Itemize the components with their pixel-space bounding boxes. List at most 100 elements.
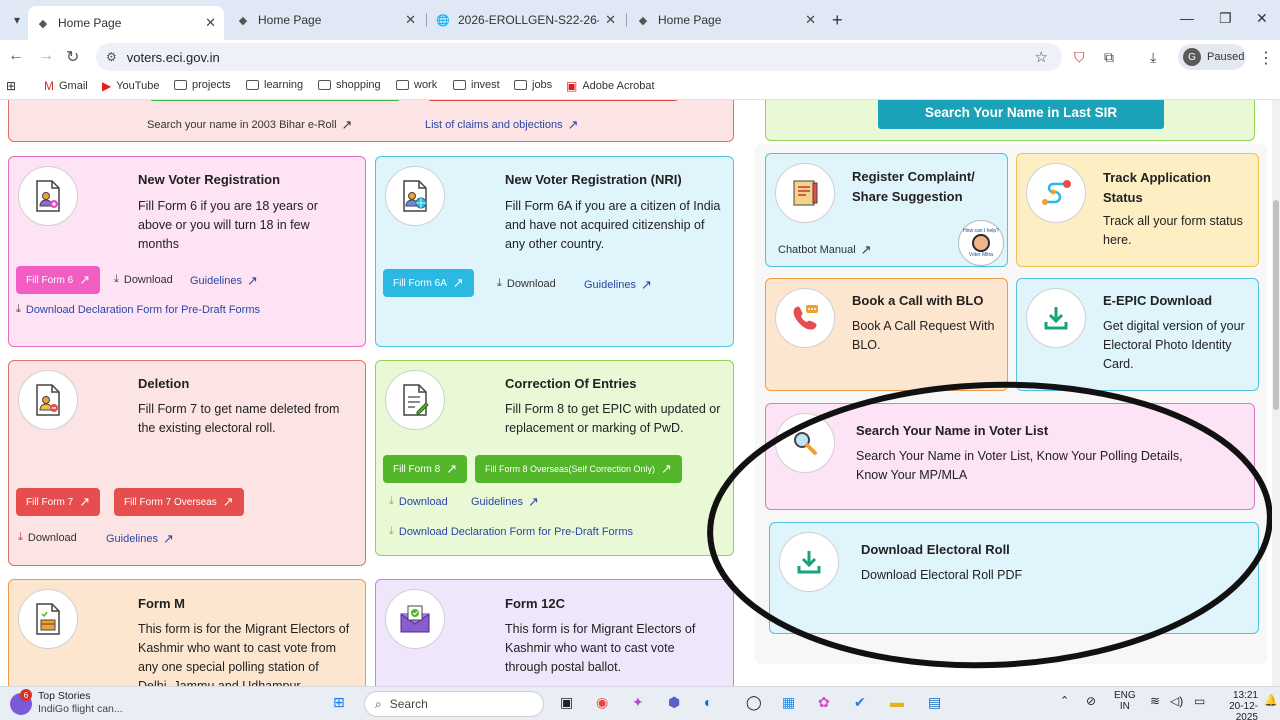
form-8-guidelines-link[interactable]: Guidelines ↗ — [471, 494, 539, 510]
maximize-icon[interactable]: ❐ — [1219, 10, 1232, 27]
form-8-declaration-link[interactable]: ⤓ Download Declaration Form for Pre-Draft… — [389, 525, 633, 538]
copilot-icon[interactable]: ✦ — [632, 694, 644, 711]
form-7-guidelines-link[interactable]: Guidelines ↗ — [106, 531, 174, 547]
button-label: Fill Form 6A — [393, 277, 447, 289]
address-bar[interactable]: ⚙ voters.eci.gov.in ☆ — [96, 43, 1062, 71]
file-explorer-icon[interactable]: ▬ — [890, 694, 904, 710]
chatbot-manual-link[interactable]: Chatbot Manual ↗ — [778, 242, 872, 258]
close-tab-icon[interactable]: ✕ — [605, 12, 616, 28]
postal-envelope-icon — [385, 589, 445, 649]
scrollbar-thumb[interactable] — [1273, 200, 1279, 410]
bookmark-projects[interactable]: projects — [174, 79, 231, 91]
form-6-declaration-link[interactable]: ⤓ Download Declaration Form for Pre-Draft… — [16, 303, 260, 316]
close-tab-icon[interactable]: ✕ — [405, 12, 416, 28]
tab-home-page-1[interactable]: ◆ Home Page ✕ — [28, 6, 224, 40]
forward-icon[interactable]: → — [38, 47, 54, 65]
windows-start-icon[interactable]: ⊞ — [333, 694, 345, 711]
task-view-icon[interactable]: ▣ — [560, 694, 573, 711]
form-6a-guidelines-link[interactable]: Guidelines ↗ — [584, 277, 652, 293]
close-tab-icon[interactable]: ✕ — [205, 15, 216, 31]
bihar-green-button-edge[interactable] — [149, 100, 401, 101]
new-tab-icon[interactable]: + — [832, 10, 843, 31]
page-scrollbar[interactable] — [1272, 100, 1280, 686]
site-info-icon[interactable]: ⚙ — [106, 50, 117, 64]
external-arrow-icon: ↗ — [246, 273, 258, 288]
fill-form-7-button[interactable]: Fill Form 7 ↗ — [16, 488, 101, 516]
profile-button[interactable]: G Paused — [1178, 44, 1246, 70]
tab-erollgen[interactable]: 🌐 2026-EROLLGEN-S22-26-SIR-D ✕ — [428, 6, 624, 34]
form-6-guidelines-link[interactable]: Guidelines ↗ — [190, 273, 258, 289]
chrome-icon[interactable]: ◉ — [596, 694, 608, 711]
bookmark-star-icon[interactable]: ☆ — [1035, 48, 1048, 66]
bookmark-youtube[interactable]: ▶ YouTube — [102, 79, 159, 93]
external-arrow-icon: ↗ — [446, 461, 458, 476]
search-placeholder: Search — [389, 697, 428, 711]
apps-grid-icon[interactable]: ⊞ — [6, 79, 21, 93]
search-last-sir-button[interactable]: Search Your Name in Last SIR — [878, 100, 1164, 129]
edge-icon[interactable]: ◐ — [704, 694, 712, 710]
taskbar-search-box[interactable]: ⌕ Search — [364, 691, 544, 717]
news-subtitle[interactable]: IndiGo flight can... — [38, 703, 123, 715]
tab-home-page-2[interactable]: ◆ Home Page ✕ — [228, 6, 424, 34]
bookmark-label: YouTube — [116, 80, 160, 92]
extensions-puzzle-icon[interactable]: ⧉ — [1104, 49, 1114, 66]
extension-icon[interactable]: ⛉ — [1074, 49, 1085, 66]
tab-search-icon[interactable]: ▾ — [6, 9, 28, 31]
search-icon: ⌕ — [375, 696, 382, 711]
bookmark-learning[interactable]: learning — [246, 79, 303, 91]
bookmark-gmail[interactable]: M Gmail — [44, 79, 88, 93]
language-indicator[interactable]: ENG IN — [1114, 690, 1136, 712]
avatar: G — [1183, 48, 1201, 66]
teams-icon[interactable]: ⬢ — [668, 694, 680, 711]
wifi-icon[interactable]: ≋ — [1150, 694, 1160, 708]
register-complaint-card[interactable]: Register Complaint/ Share Suggestion Cha… — [765, 153, 1008, 267]
card-title: Track Application Status — [1103, 170, 1211, 205]
url-text[interactable]: voters.eci.gov.in — [127, 50, 220, 65]
fill-form-6a-button[interactable]: Fill Form 6A ↗ — [383, 269, 474, 297]
button-label: Fill Form 8 — [393, 463, 441, 475]
minimize-icon[interactable]: — — [1180, 10, 1194, 26]
form-6-download-link[interactable]: ⤓ Download — [114, 273, 173, 286]
form-8-download-link[interactable]: ⤓ Download — [389, 495, 448, 508]
bookmark-shopping[interactable]: shopping — [318, 79, 381, 91]
fill-form-8-button[interactable]: Fill Form 8 ↗ — [383, 455, 468, 483]
download-icon[interactable]: ⤓ — [1150, 49, 1156, 66]
store-icon[interactable]: ▦ — [782, 694, 795, 711]
close-window-icon[interactable]: ✕ — [1256, 10, 1268, 27]
fill-form-8-overseas-button[interactable]: Fill Form 8 Overseas(Self Correction Onl… — [475, 455, 682, 483]
voter-mitra-bot[interactable]: How can I help? Voter Mitra — [958, 220, 1004, 266]
track-application-card[interactable]: Track Application Status Track all your … — [1016, 153, 1259, 267]
fill-form-6-button[interactable]: Fill Form 6 ↗ — [16, 266, 101, 294]
claims-red-button-edge[interactable] — [427, 100, 679, 101]
copilot-m365-icon[interactable]: ✿ — [818, 694, 830, 711]
bookmark-label: invest — [471, 79, 500, 91]
bookmark-invest[interactable]: invest — [453, 79, 500, 91]
fill-form-7-overseas-button[interactable]: Fill Form 7 Overseas ↗ — [114, 488, 244, 516]
more-menu-icon[interactable]: ⋮ — [1258, 48, 1274, 68]
close-tab-icon[interactable]: ✕ — [805, 12, 816, 28]
form-7-download-link[interactable]: ⤓ Download — [18, 531, 77, 544]
bot-avatar-icon — [972, 234, 990, 252]
battery-icon[interactable]: ▭ — [1194, 694, 1205, 708]
reload-icon[interactable]: ↻ — [66, 47, 79, 67]
bihar-eroll-link[interactable]: Search your name in 2003 Bihar e-Roll ↗ — [147, 117, 352, 133]
network-off-icon[interactable]: ⊘ — [1086, 694, 1096, 708]
link-label: Download Declaration Form for Pre-Draft … — [398, 525, 633, 538]
notepad-icon[interactable]: ▤ — [928, 694, 941, 711]
notification-bell-icon[interactable]: 🔔 — [1264, 694, 1278, 707]
todo-check-icon[interactable]: ✔ — [854, 694, 866, 711]
tray-chevron-icon[interactable]: ⌃ — [1060, 694, 1069, 707]
tab-home-page-3[interactable]: ◆ Home Page ✕ — [628, 6, 824, 34]
bookmark-jobs[interactable]: jobs — [514, 79, 552, 91]
news-title[interactable]: Top Stories — [38, 690, 91, 702]
link-label: Guidelines — [106, 533, 158, 545]
claims-objections-link[interactable]: List of claims and objections ↗ — [425, 117, 578, 133]
dell-icon[interactable]: ◯ — [746, 694, 762, 711]
card-description: Fill Form 6 if you are 18 years or above… — [138, 199, 318, 251]
back-icon[interactable]: ← — [8, 47, 24, 65]
clock[interactable]: 13:21 20-12-2025 — [1216, 690, 1258, 720]
bookmark-adobe-acrobat[interactable]: ▣ Adobe Acrobat — [566, 79, 655, 93]
bookmark-work[interactable]: work — [396, 79, 437, 91]
form-6a-download-link[interactable]: ⤓ Download — [497, 277, 556, 290]
volume-icon[interactable]: ◁) — [1170, 694, 1183, 708]
